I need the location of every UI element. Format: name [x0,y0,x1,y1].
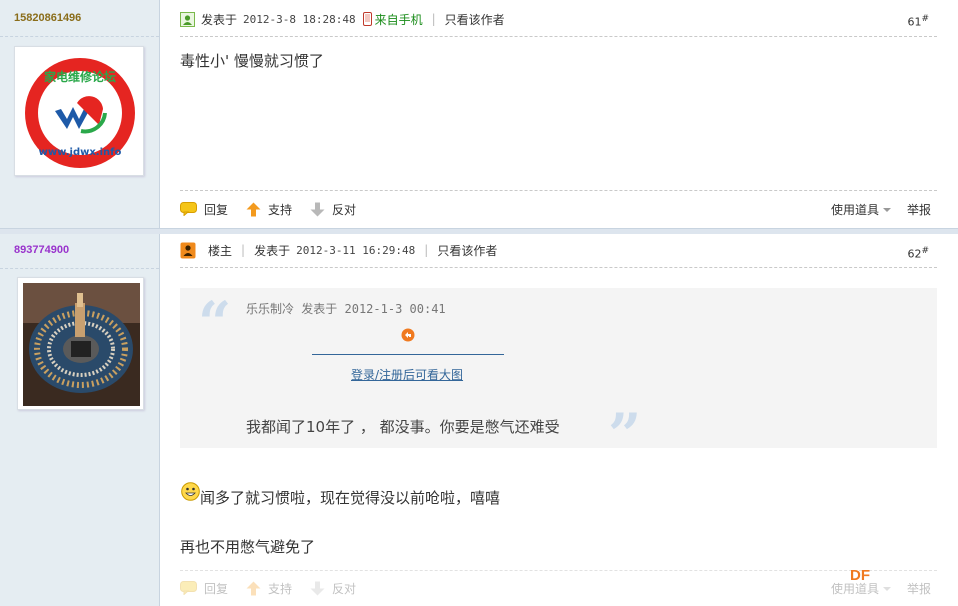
quote-posted-label: 发表于 [301,302,338,316]
chevron-down-icon [882,587,891,591]
post-content: 楼主 | 发表于 2012-3-11 16:29:48 | 只看该作者 62# … [180,234,937,606]
grin-smiley-icon [181,482,200,501]
user-online-icon [180,11,195,27]
reply-icon [180,202,197,216]
meta-divider: | [241,243,246,257]
oppose-button[interactable]: 反对 [310,201,356,218]
post-tools: 使用道具 举报 [799,199,931,219]
post-message: 毒性小' 慢慢就习惯了 [180,52,324,70]
floor-number[interactable]: 61# [907,14,929,29]
oppose-label: 反对 [332,202,357,217]
posted-label: 发表于 [254,243,291,258]
meta-divider-line [180,267,937,268]
support-button[interactable]: 支持 [246,580,292,597]
quote-block: “ 乐乐制冷 发表于 2012-1-3 00:41 登录/注册后可看大图 我都闻… [180,288,937,464]
author-sidebar: 893774900 [0,234,160,606]
support-button[interactable]: 支持 [246,201,292,218]
post-content: 发表于 2012-3-8 18:28:48 来自手机 | 只看该作者 61# 毒… [180,0,937,228]
close-quote-mark-icon: ” [608,401,642,469]
reply-label: 回复 [204,202,229,217]
reply-label: 回复 [204,581,229,596]
chevron-down-icon [882,208,891,212]
avatar-logo-url: www.jdwx.info [39,147,122,158]
source-mobile-link[interactable]: 来自手机 [375,11,423,28]
oppose-label: 反对 [332,581,357,596]
actions-divider [180,190,937,191]
meta-divider: | [431,12,436,26]
avatar-logo-title: 家电维修论坛 [44,69,116,84]
site-watermark: DF [850,567,870,584]
use-tools-menu[interactable]: 使用道具 [815,201,891,218]
post-meta: 发表于 2012-3-8 18:28:48 来自手机 | 只看该作者 [180,10,505,28]
oppose-button[interactable]: 反对 [310,580,356,597]
sidebar-divider [0,36,159,37]
author-only-link[interactable]: 只看该作者 [437,242,497,259]
login-to-view-image-link[interactable]: 登录/注册后可看大图 [351,366,463,383]
post-actions: 回复 支持 反对 使用道具 举报 [180,199,937,219]
actions-divider [180,570,937,571]
use-tools-label: 使用道具 [830,202,879,217]
sidebar-divider [0,268,159,269]
arrow-up-icon [246,202,261,216]
arrow-down-icon [310,202,325,216]
meta-divider: | [424,243,429,257]
forum-logo-avatar: 家电维修论坛 www.jdwx.info [25,58,135,168]
post-meta: 楼主 | 发表于 2012-3-11 16:29:48 | 只看该作者 [180,241,497,259]
author-username[interactable]: 15820861496 [14,12,81,24]
reply-button[interactable]: 回复 [180,201,228,218]
floor-mark: # [921,246,929,256]
floor-number[interactable]: 62# [907,246,929,261]
quote-text: 我都闻了10年了 ， 都没事。你要是憋气还难受 [246,418,560,436]
meta-divider-line [180,36,937,37]
arrow-up-icon [246,581,261,595]
floor-mark: # [921,14,929,24]
post-61: 15820861496 家电维修论坛 www.jdwx.info 发表于 201… [0,0,958,228]
posted-label: 发表于 [201,12,238,27]
reply-button[interactable]: 回复 [180,580,228,597]
circuit-photo-avatar [23,283,140,406]
mobile-phone-icon [362,12,372,26]
post-62: 893774900 楼主 | 发表于 2012-3-11 16:29:48 | [0,234,958,606]
report-link[interactable]: 举报 [907,201,931,218]
quote-date: 2012-1-3 00:41 [344,302,446,316]
author-sidebar: 15820861496 家电维修论坛 www.jdwx.info [0,0,160,228]
quote-author: 乐乐制冷 [246,302,295,316]
reply-icon [180,581,197,595]
post-message-line-2: 再也不用憋气避免了 [180,538,316,556]
go-to-original-icon[interactable] [401,328,415,342]
support-label: 支持 [268,202,293,217]
owner-label: 楼主 [208,243,233,258]
floor-number-value: 62 [907,247,922,261]
post-message-line-1: 闻多了就习惯啦，现在觉得没以前呛啦，嘻嘻 [200,489,501,507]
support-label: 支持 [268,581,293,596]
post-date: 2012-3-11 16:29:48 [296,243,416,257]
post-date: 2012-3-8 18:28:48 [243,12,356,26]
arrow-down-icon [310,581,325,595]
avatar[interactable]: 家电维修论坛 www.jdwx.info [14,46,144,176]
thread-owner-icon [180,242,196,258]
floor-number-value: 61 [907,15,922,29]
quote-header: 乐乐制冷 发表于 2012-1-3 00:41 [246,300,446,317]
open-quote-mark-icon: “ [198,289,232,357]
post-actions: 回复 支持 反对 使用道具 举报 [180,578,937,598]
report-link[interactable]: 举报 [907,580,931,597]
avatar[interactable] [17,277,144,410]
author-username[interactable]: 893774900 [14,244,69,256]
image-placeholder-line [312,354,504,355]
author-only-link[interactable]: 只看该作者 [445,11,505,28]
